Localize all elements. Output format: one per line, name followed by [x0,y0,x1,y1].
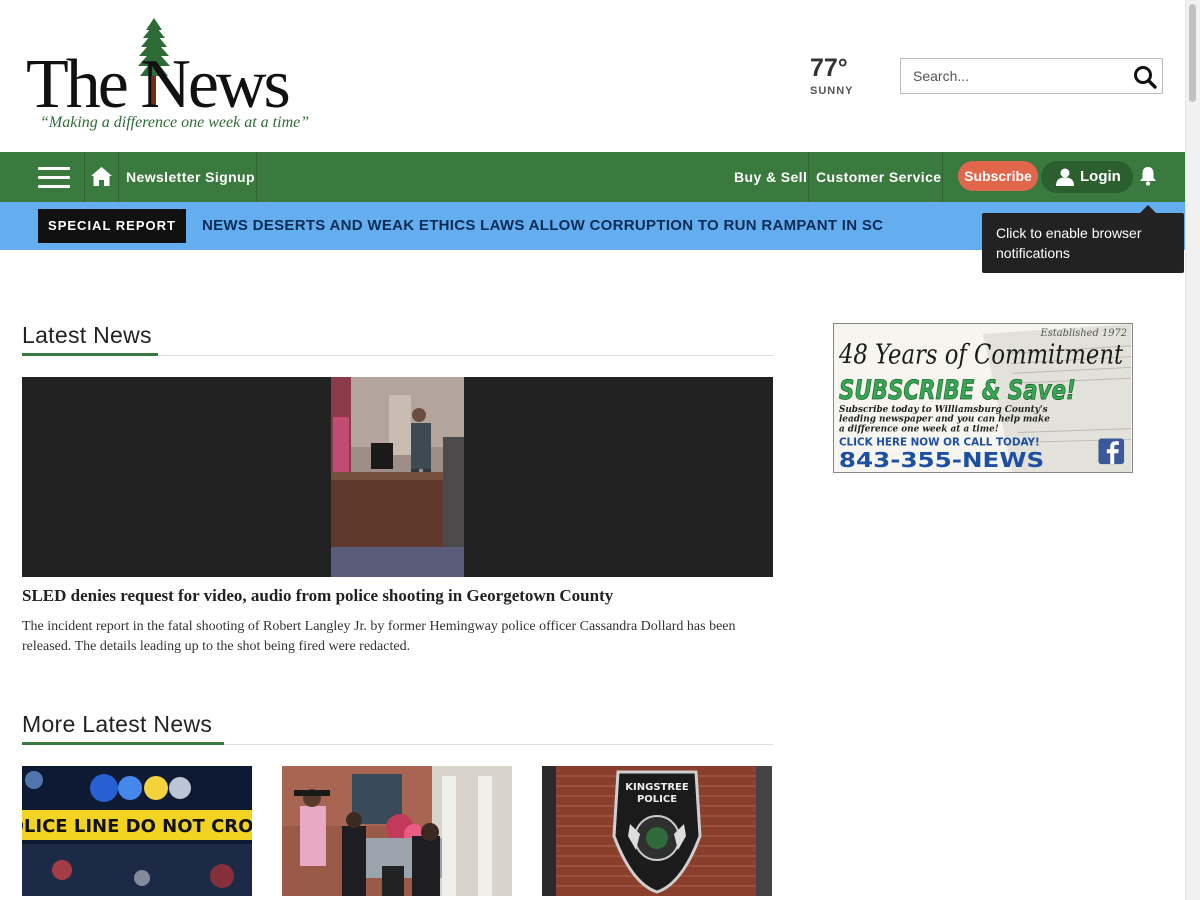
page: The News “Making a difference one week a… [0,0,1200,900]
ad-headline: 48 Years of Commitment [838,339,1123,370]
news-thumbnail-funeral[interactable] [282,766,512,896]
user-icon [1056,168,1074,186]
badge-top-text: KINGSTREE [625,782,689,793]
nav-newsletter-signup[interactable]: Newsletter Signup [126,152,255,202]
nav-divider [118,152,119,202]
subscribe-button[interactable]: Subscribe [958,161,1038,191]
page-scrollbar[interactable] [1185,0,1200,900]
courtroom-photo [331,377,464,577]
nav-customer-service[interactable]: Customer Service [816,152,941,202]
news-thumbnail-police-line[interactable]: POLICE LINE DO NOT CROSS [22,766,252,896]
special-report-headline[interactable]: NEWS DESERTS AND WEAK ETHICS LAWS ALLOW … [202,202,883,250]
ad-body-line-2: leading newspaper and you can help make [839,415,1050,425]
badge-mid-text: POLICE [637,794,677,805]
search-input[interactable] [901,59,1121,93]
menu-icon[interactable] [38,167,70,188]
weather-temperature: 77° [810,54,848,82]
special-report-badge: SPECIAL REPORT [38,209,186,243]
ad-body-line-3: a difference one week at a time! [839,425,999,435]
search-box [900,58,1163,94]
lead-story-image[interactable] [22,377,773,577]
site-logo[interactable]: The News “Making a difference one week a… [24,18,344,136]
lead-story-summary: The incident report in the fatal shootin… [22,619,736,654]
logo-wordmark: The News [26,46,291,123]
ad-cta: CLICK HERE NOW OR CALL TODAY! [839,436,1040,448]
logo-tagline: “Making a difference one week at a time” [40,114,310,131]
ad-established: Established 1972 [1040,328,1128,339]
more-latest-news-title: More Latest News [22,711,213,737]
login-label: Login [1080,168,1121,185]
home-icon[interactable] [91,167,112,186]
weather-condition: SUNNY [810,85,854,97]
weather-widget[interactable]: 77° SUNNY [810,54,854,97]
nav-divider [942,152,943,202]
nav-buy-sell[interactable]: Buy & Sell [734,152,807,202]
nav-divider [808,152,809,202]
subscribe-ad-banner[interactable]: Established 1972 48 Years of Commitment … [833,323,1133,473]
nav-divider [84,152,85,202]
nav-divider [256,152,257,202]
notification-bell-icon[interactable] [1139,166,1157,186]
ad-body-line-1: Subscribe today to Williamsburg County's [839,405,1048,415]
login-button[interactable]: Login [1041,161,1133,193]
section-accent-bar [22,742,224,745]
latest-news-title: Latest News [22,322,152,348]
ad-phone: 843-355-NEWS [839,448,1044,472]
ad-subhead: SUBSCRIBE & Save! [839,375,1076,406]
news-thumbnail-kingstree-police[interactable]: KINGSTREE POLICE [542,766,772,896]
section-accent-bar [22,353,158,356]
lead-story-headline[interactable]: SLED denies request for video, audio fro… [22,586,773,606]
search-icon[interactable] [1132,64,1158,90]
scrollbar-thumb[interactable] [1189,4,1196,102]
police-tape-text: POLICE LINE DO NOT CROSS [22,816,252,837]
notification-tooltip: Click to enable browser notifications [982,213,1184,273]
